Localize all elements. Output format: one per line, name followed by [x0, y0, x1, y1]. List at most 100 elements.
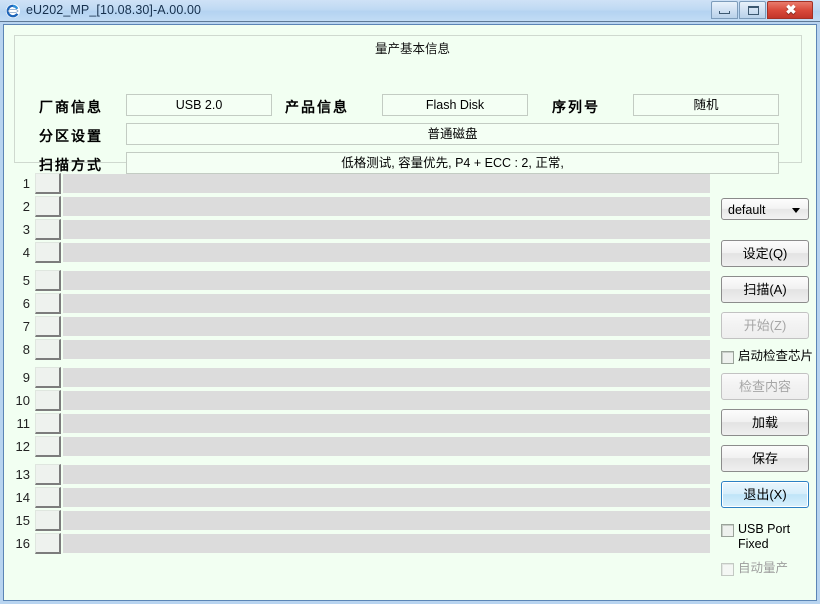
table-row[interactable]: 16 [4, 533, 818, 556]
row-progress-bar [63, 437, 710, 456]
scan-mode-field[interactable]: 低格测试, 容量优先, P4 + ECC : 2, 正常, [126, 152, 779, 174]
row-port-indicator[interactable] [35, 464, 61, 485]
row-progress-bar [63, 391, 710, 410]
table-row[interactable]: 3 [4, 219, 818, 242]
basic-info-groupbox: 量产基本信息 厂商信息 USB 2.0 产品信息 Flash Disk 序列号 … [14, 35, 802, 174]
table-row[interactable]: 6 [4, 293, 818, 316]
scan-mode-label: 扫描方式 [39, 157, 103, 173]
groupbox-title: 量产基本信息 [370, 38, 456, 57]
row-progress-bar [63, 197, 710, 216]
checkbox-label: USB Port Fixed [738, 522, 791, 551]
scan-button[interactable]: 扫描(A) [721, 276, 809, 303]
control-panel: default 设定(Q) 扫描(A) 开始(Z) 启动检查芯片 检查内容 加载… [711, 173, 818, 598]
row-index-label: 10 [15, 393, 30, 408]
table-row[interactable]: 10 [4, 390, 818, 413]
row-progress-bar [63, 174, 710, 193]
row-index-label: 5 [22, 273, 30, 288]
row-port-indicator[interactable] [35, 196, 61, 217]
row-index-label: 11 [16, 416, 31, 431]
row-port-indicator[interactable] [35, 436, 61, 457]
maximize-button[interactable] [739, 1, 766, 19]
row-progress-bar [63, 534, 710, 553]
row-port-indicator[interactable] [35, 270, 61, 291]
row-port-indicator[interactable] [35, 367, 61, 388]
checkbox-label: 自动量产 [738, 561, 789, 575]
row-index-label: 6 [22, 296, 30, 311]
start-button[interactable]: 开始(Z) [721, 312, 809, 339]
row-port-indicator[interactable] [35, 510, 61, 531]
table-row[interactable]: 1 [4, 173, 818, 196]
row-port-indicator[interactable] [35, 339, 61, 360]
row-index-label: 4 [22, 245, 30, 260]
row-progress-bar [63, 488, 710, 507]
settings-button[interactable]: 设定(Q) [721, 240, 809, 267]
table-row[interactable]: 9 [4, 367, 818, 390]
row-index-label: 15 [15, 513, 30, 528]
app-swirl-icon [6, 4, 20, 18]
row-progress-bar [63, 220, 710, 239]
row-index-label: 7 [22, 319, 30, 334]
row-progress-bar [63, 414, 710, 433]
checkbox-box [721, 524, 734, 537]
table-row[interactable]: 11 [4, 413, 818, 436]
device-row-list: 1 2 3 4 5 6 7 8 9 10 11 12 13 14 15 16 [4, 173, 818, 598]
row-port-indicator[interactable] [35, 242, 61, 263]
serial-number-field[interactable]: 随机 [633, 94, 779, 116]
row-progress-bar [63, 368, 710, 387]
row-index-label: 1 [22, 176, 30, 191]
row-port-indicator[interactable] [35, 173, 61, 194]
product-info-label: 产品信息 [285, 99, 349, 115]
row-progress-bar [63, 465, 710, 484]
product-info-field[interactable]: Flash Disk [382, 94, 528, 116]
table-row[interactable]: 7 [4, 316, 818, 339]
exit-button[interactable]: 退出(X) [721, 481, 809, 508]
partition-setting-label: 分区设置 [39, 128, 103, 144]
table-row[interactable]: 8 [4, 339, 818, 362]
checkbox-label: 启动检查芯片 [738, 349, 814, 363]
row-index-label: 9 [22, 370, 30, 385]
row-progress-bar [63, 294, 710, 313]
table-row[interactable]: 14 [4, 487, 818, 510]
table-row[interactable]: 15 [4, 510, 818, 533]
row-index-label: 16 [15, 536, 30, 551]
checkbox-box [721, 351, 734, 364]
table-row[interactable]: 2 [4, 196, 818, 219]
close-button[interactable]: ✖ [767, 1, 813, 19]
row-index-label: 12 [15, 439, 30, 454]
maximize-icon [748, 6, 759, 15]
partition-setting-field[interactable]: 普通磁盘 [126, 123, 779, 145]
table-row[interactable]: 13 [4, 464, 818, 487]
preset-dropdown-value: default [728, 203, 766, 217]
row-port-indicator[interactable] [35, 487, 61, 508]
row-port-indicator[interactable] [35, 316, 61, 337]
row-port-indicator[interactable] [35, 413, 61, 434]
load-button[interactable]: 加载 [721, 409, 809, 436]
table-row[interactable]: 5 [4, 270, 818, 293]
row-port-indicator[interactable] [35, 533, 61, 554]
row-index-label: 14 [15, 490, 30, 505]
application-window: eU202_MP_[10.08.30]-A.00.00 ✖ 量产基本信息 厂商信… [0, 0, 820, 604]
table-row[interactable]: 12 [4, 436, 818, 459]
vendor-info-field[interactable]: USB 2.0 [126, 94, 272, 116]
check-content-button[interactable]: 检查内容 [721, 373, 809, 400]
row-port-indicator[interactable] [35, 293, 61, 314]
chevron-down-icon [792, 208, 800, 213]
row-progress-bar [63, 317, 710, 336]
minimize-button[interactable] [711, 1, 738, 19]
checkbox-box [721, 563, 734, 576]
row-progress-bar [63, 340, 710, 359]
client-area: 量产基本信息 厂商信息 USB 2.0 产品信息 Flash Disk 序列号 … [3, 24, 817, 601]
preset-dropdown[interactable]: default [721, 198, 809, 220]
row-port-indicator[interactable] [35, 219, 61, 240]
minimize-icon [719, 11, 730, 14]
row-progress-bar [63, 243, 710, 262]
row-progress-bar [63, 271, 710, 290]
window-title: eU202_MP_[10.08.30]-A.00.00 [26, 3, 202, 17]
table-row[interactable]: 4 [4, 242, 818, 265]
row-index-label: 8 [22, 342, 30, 357]
close-icon: ✖ [785, 2, 797, 17]
save-button[interactable]: 保存 [721, 445, 809, 472]
row-port-indicator[interactable] [35, 390, 61, 411]
title-bar[interactable]: eU202_MP_[10.08.30]-A.00.00 ✖ [0, 0, 820, 22]
vendor-info-label: 厂商信息 [39, 99, 103, 115]
